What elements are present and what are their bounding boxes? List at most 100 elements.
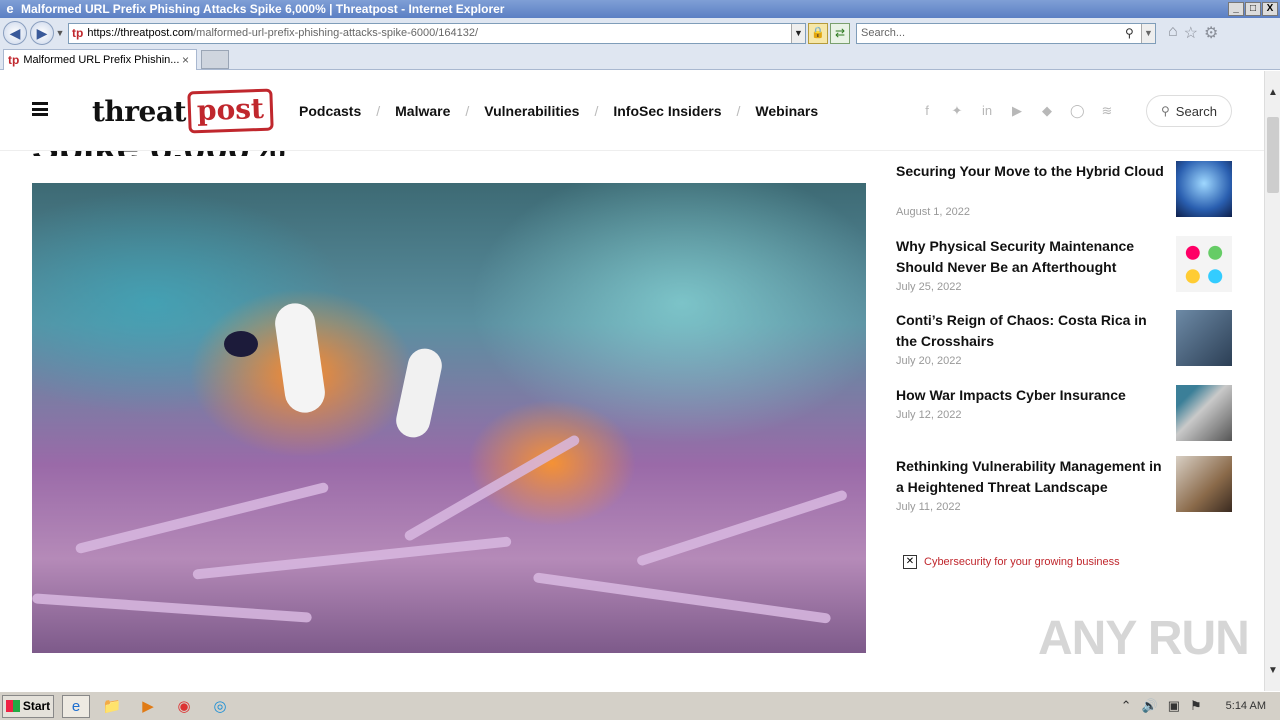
media-player-icon[interactable]: ▶ <box>134 695 162 718</box>
anemone-tentacle <box>192 536 512 580</box>
nav-separator: / <box>594 103 599 119</box>
nav-separator: / <box>736 103 741 119</box>
related-article-title[interactable]: Why Physical Security Maintenance Should… <box>896 236 1164 277</box>
logo-threat-text: threat <box>92 94 186 128</box>
tab-close-icon[interactable]: × <box>182 53 196 67</box>
site-favicon-icon: tp <box>72 26 84 40</box>
site-search-label: Search <box>1175 103 1217 119</box>
explorer-folder-icon[interactable]: 📁 <box>98 695 126 718</box>
related-article-thumbnail[interactable] <box>1176 161 1232 217</box>
windows-taskbar: Start e 📁 ▶ ◉ ◎ ⌃ 🔊 ▣ ⚑ 5:14 AM <box>0 691 1280 720</box>
related-article-thumbnail[interactable] <box>1176 456 1232 512</box>
search-dropdown-icon[interactable]: ▼ <box>1141 23 1155 43</box>
main-nav: Podcasts / Malware / Vulnerabilities / I… <box>299 71 818 151</box>
ie-taskbar-icon[interactable]: e <box>62 694 90 718</box>
related-article-item[interactable]: Securing Your Move to the Hybrid Cloud A… <box>896 161 1232 221</box>
related-article-date: July 11, 2022 <box>896 501 961 513</box>
related-article-item[interactable]: Why Physical Security Maintenance Should… <box>896 236 1232 296</box>
related-article-title[interactable]: Conti’s Reign of Chaos: Costa Rica in th… <box>896 310 1164 351</box>
start-button[interactable]: Start <box>2 694 54 718</box>
address-url[interactable]: https://threatpost.com/malformed-url-pre… <box>87 27 791 39</box>
tab-favicon-icon: tp <box>8 53 20 67</box>
search-icon[interactable]: ⚲ <box>1125 26 1141 40</box>
related-article-item[interactable]: Rethinking Vulnerability Management in a… <box>896 456 1232 516</box>
anemone-tentacle <box>402 433 582 543</box>
nav-vulnerabilities[interactable]: Vulnerabilities <box>484 103 579 119</box>
new-tab-button[interactable] <box>201 50 229 69</box>
related-article-title[interactable]: Rethinking Vulnerability Management in a… <box>896 456 1164 497</box>
windows-logo-icon <box>5 700 20 712</box>
broken-image-icon: ✕ <box>903 555 917 569</box>
clock[interactable]: 5:14 AM <box>1226 700 1266 712</box>
ie-logo-icon: e <box>6 1 14 16</box>
rss-icon[interactable]: ≋ <box>1100 103 1114 119</box>
menu-hamburger-icon[interactable] <box>32 102 48 116</box>
taskbar-apps: e 📁 ▶ ◉ ◎ <box>62 694 234 718</box>
system-tray: ⌃ 🔊 ▣ ⚑ 5:14 AM <box>1121 698 1266 714</box>
nav-webinars[interactable]: Webinars <box>755 103 818 119</box>
tab-strip: tp Malformed URL Prefix Phishin... × <box>0 48 1280 70</box>
tab-label: Malformed URL Prefix Phishin... <box>23 54 180 66</box>
nav-podcasts[interactable]: Podcasts <box>299 103 361 119</box>
facebook-icon[interactable]: f <box>920 103 934 119</box>
clownfish-stripe <box>393 345 445 441</box>
window-title: Malformed URL Prefix Phishing Attacks Sp… <box>21 2 505 16</box>
site-header: threat post Podcasts / Malware / Vulnera… <box>0 71 1264 151</box>
page-scrollbar[interactable]: ▲ ▼ <box>1264 71 1280 691</box>
back-button[interactable]: ◀ <box>3 21 27 45</box>
related-article-date: July 12, 2022 <box>896 409 962 421</box>
volume-icon[interactable]: 🔊 <box>1142 698 1158 714</box>
related-article-item[interactable]: Conti’s Reign of Chaos: Costa Rica in th… <box>896 310 1232 370</box>
window-titlebar: e Malformed URL Prefix Phishing Attacks … <box>0 0 1280 18</box>
logo-post-text: post <box>187 88 274 134</box>
forward-button[interactable]: ▶ <box>30 21 54 45</box>
refresh-icon[interactable]: ⇄ <box>830 22 850 44</box>
related-article-title[interactable]: How War Impacts Cyber Insurance <box>896 385 1164 406</box>
address-dropdown-icon[interactable]: ▼ <box>791 23 805 43</box>
lock-icon[interactable]: 🔒 <box>808 22 828 44</box>
twitter-icon[interactable]: ✦ <box>950 103 964 119</box>
scroll-thumb[interactable] <box>1267 117 1279 193</box>
home-icon[interactable]: ⌂ <box>1168 23 1178 43</box>
browser-toolbar-icons: ⌂ ☆ ⚙ <box>1168 23 1218 43</box>
maximize-button[interactable]: □ <box>1245 2 1261 16</box>
site-search-button[interactable]: ⚲ Search <box>1146 95 1232 127</box>
related-article-item[interactable]: How War Impacts Cyber Insurance July 12,… <box>896 385 1232 445</box>
nav-separator: / <box>465 103 470 119</box>
address-field[interactable]: tp https://threatpost.com/malformed-url-… <box>68 22 806 44</box>
settings-gear-icon[interactable]: ⚙ <box>1204 23 1218 43</box>
related-article-thumbnail[interactable] <box>1176 236 1232 292</box>
feedly-icon[interactable]: ◆ <box>1040 103 1054 119</box>
youtube-icon[interactable]: ▶ <box>1010 103 1024 119</box>
scroll-up-icon[interactable]: ▲ <box>1265 85 1280 101</box>
related-article-thumbnail[interactable] <box>1176 385 1232 441</box>
chrome-icon[interactable]: ◉ <box>170 695 198 718</box>
related-article-thumbnail[interactable] <box>1176 310 1232 366</box>
related-article-date: August 1, 2022 <box>896 206 971 218</box>
browser-search-input[interactable]: Search... ⚲ ▼ <box>856 22 1156 44</box>
favorites-star-icon[interactable]: ☆ <box>1184 23 1198 43</box>
search-placeholder: Search... <box>861 27 906 39</box>
clownfish-eye <box>224 331 258 357</box>
instagram-icon[interactable]: ◯ <box>1070 103 1085 119</box>
history-dropdown-icon[interactable]: ▼ <box>54 28 66 38</box>
scroll-down-icon[interactable]: ▼ <box>1265 663 1280 679</box>
related-article-date: July 25, 2022 <box>896 281 962 293</box>
related-article-title[interactable]: Securing Your Move to the Hybrid Cloud <box>896 161 1164 182</box>
nav-malware[interactable]: Malware <box>395 103 450 119</box>
linkedin-icon[interactable]: in <box>980 103 994 119</box>
nav-infosec-insiders[interactable]: InfoSec Insiders <box>613 103 721 119</box>
tab-threatpost[interactable]: tp Malformed URL Prefix Phishin... × <box>3 49 197 70</box>
edge-icon[interactable]: ◎ <box>206 695 234 718</box>
minimize-button[interactable]: _ <box>1228 2 1244 16</box>
sponsored-link-text[interactable]: Cybersecurity for your growing business <box>924 556 1120 568</box>
threatpost-logo[interactable]: threat post <box>92 88 274 134</box>
anemone-tentacle <box>74 481 330 555</box>
action-center-flag-icon[interactable]: ⚑ <box>1190 698 1202 714</box>
article-hero-image <box>32 183 866 653</box>
sponsored-link[interactable]: ✕ Cybersecurity for your growing busines… <box>903 555 1120 569</box>
close-button[interactable]: X <box>1262 2 1278 16</box>
tray-expand-icon[interactable]: ⌃ <box>1121 698 1132 714</box>
anemone-tentacle <box>532 572 832 624</box>
network-icon[interactable]: ▣ <box>1168 698 1180 714</box>
